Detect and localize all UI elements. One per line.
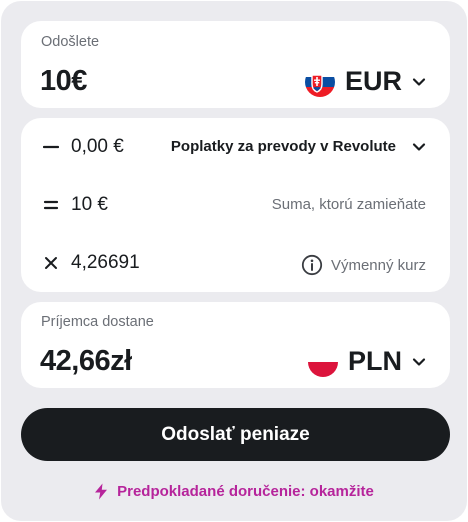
- exchange-rate-value: 4,26691: [71, 252, 140, 273]
- fee-row-transfer-fee[interactable]: 0,00 € Poplatky za prevody v Revolute: [21, 127, 450, 167]
- send-money-button[interactable]: Odoslať peniaze: [21, 408, 450, 461]
- receive-label: Príjemca dostane: [41, 314, 154, 330]
- delivery-estimate: Predpokladané doručenie: okamžite: [1, 483, 467, 500]
- fee-row-converted-amount: 10 € Suma, ktorú zamieňate: [21, 185, 450, 225]
- exchange-rate-label: Výmenný kurz: [330, 256, 426, 274]
- receive-amount-input[interactable]: 42,66zł: [40, 345, 132, 378]
- receive-currency-selector[interactable]: PLN: [308, 346, 426, 377]
- send-amount-card[interactable]: Odošlete 10€ EUR: [21, 21, 450, 108]
- fee-plan-dropdown[interactable]: Poplatky za prevody v Revolute: [171, 138, 426, 155]
- equals-icon: [41, 195, 61, 215]
- send-currency-code: EUR: [344, 66, 402, 96]
- chevron-down-icon: [412, 357, 426, 366]
- fee-row-exchange-rate: 4,26691 Výmenný kurz: [21, 243, 450, 283]
- receive-currency-code: PLN: [348, 346, 402, 376]
- converted-amount-label: Suma, ktorú zamieňate: [271, 196, 426, 213]
- info-icon[interactable]: [301, 254, 323, 276]
- send-label: Odošlete: [41, 34, 100, 50]
- lightning-icon: [95, 483, 108, 500]
- multiply-icon: [41, 253, 61, 273]
- receive-amount-card[interactable]: Príjemca dostane 42,66zł PLN: [21, 302, 450, 388]
- chevron-down-icon: [412, 77, 426, 86]
- fee-label: Poplatky za prevody v Revolute: [170, 138, 396, 155]
- poland-flag-icon: [308, 346, 338, 377]
- fees-breakdown-card: 0,00 € Poplatky za prevody v Revolute 10…: [21, 118, 450, 292]
- fee-value: 0,00 €: [71, 136, 124, 157]
- transfer-panel: Odošlete 10€ EUR 0,00 € Poplatky za prev…: [1, 1, 467, 521]
- exchange-rate-info[interactable]: Výmenný kurz: [301, 254, 426, 276]
- send-currency-selector[interactable]: EUR: [304, 66, 426, 97]
- send-amount-input[interactable]: 10€: [40, 65, 87, 98]
- converted-amount-value: 10 €: [71, 194, 108, 215]
- chevron-down-icon: [412, 142, 426, 151]
- slovakia-flag-icon: [304, 66, 335, 97]
- delivery-text: Predpokladané doručenie: okamžite: [117, 483, 374, 500]
- minus-icon: [41, 137, 61, 157]
